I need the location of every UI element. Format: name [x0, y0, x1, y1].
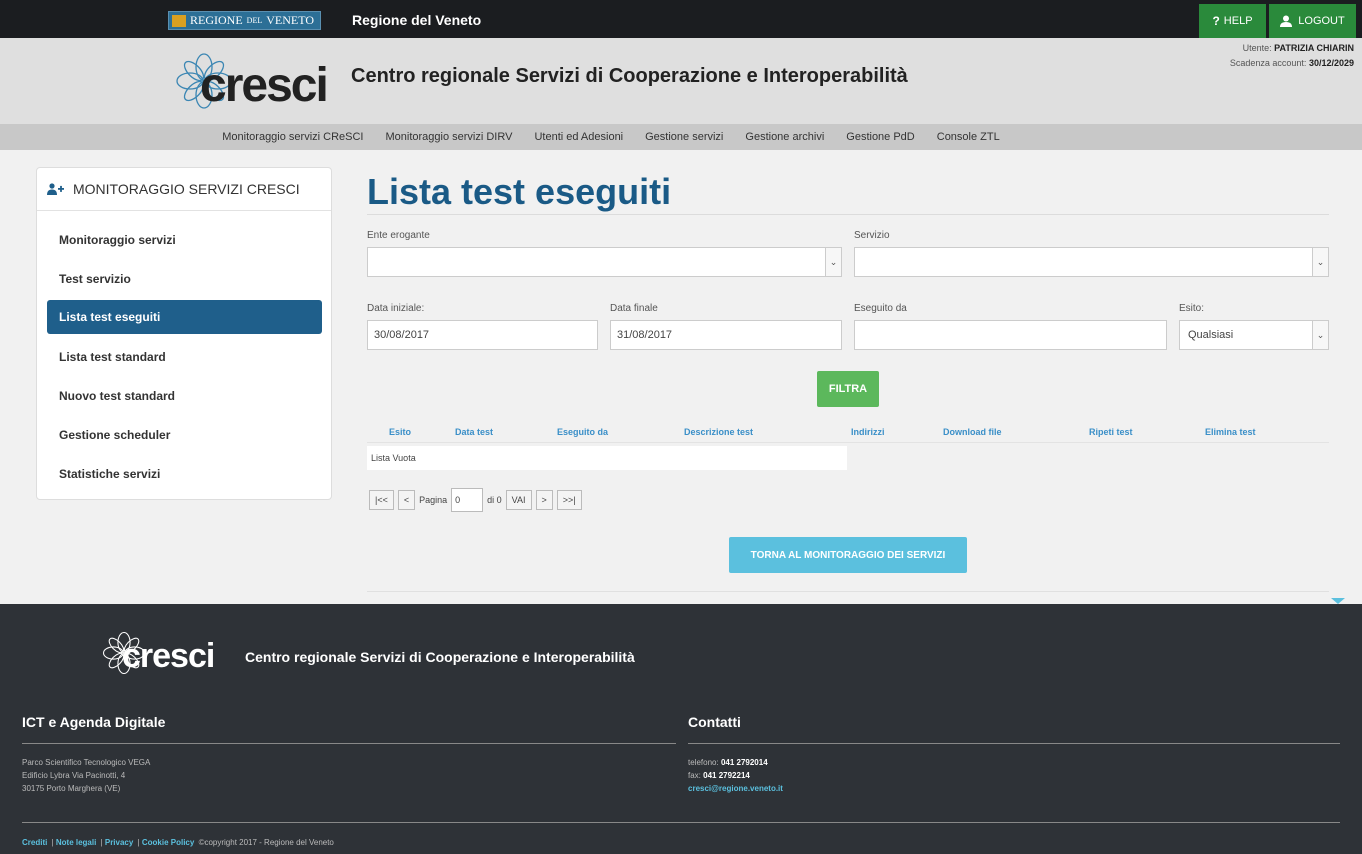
- ente-select[interactable]: ⌄: [367, 247, 842, 277]
- footer-copyright: ©copyright 2017 - Regione del Veneto: [198, 838, 334, 847]
- sidebar-item-statistiche-servizi[interactable]: Statistiche servizi: [59, 467, 160, 481]
- footer-right-heading: Contatti: [688, 714, 741, 730]
- page-label: Pagina: [419, 495, 448, 505]
- nav-item-utenti-adesioni[interactable]: Utenti ed Adesioni: [534, 131, 623, 143]
- esito-label: Esito:: [1179, 303, 1205, 314]
- sidebar-item-monitoraggio-servizi[interactable]: Monitoraggio servizi: [59, 233, 176, 247]
- eseguito-da-label: Eseguito da: [854, 303, 907, 314]
- data-iniziale-input[interactable]: 30/08/2017: [367, 320, 598, 350]
- user-info: Utente: PATRIZIA CHIARIN: [1242, 43, 1354, 53]
- main-nav: Monitoraggio servizi CReSCI Monitoraggio…: [0, 124, 1362, 150]
- col-eseguito-da[interactable]: Eseguito da: [557, 427, 608, 437]
- nav-item-console-ztl[interactable]: Console ZTL: [937, 131, 1000, 143]
- user-icon: [1280, 15, 1293, 27]
- region-crest-icon: [172, 14, 186, 27]
- footer-phone: 041 2792014: [720, 758, 768, 767]
- sidebar-item-nuovo-test-standard[interactable]: Nuovo test standard: [59, 389, 175, 403]
- help-button[interactable]: ? HELP: [1199, 4, 1266, 38]
- footer-left-divider: [22, 743, 676, 744]
- sidebar: MONITORAGGIO SERVIZI CRESCI Monitoraggio…: [36, 167, 332, 500]
- cresci-logo[interactable]: cresci: [175, 52, 330, 114]
- col-elimina-test[interactable]: Elimina test: [1205, 427, 1256, 437]
- expiry-date: 30/12/2029: [1308, 58, 1354, 68]
- top-bar: REGIONE DEL VENETO Regione del Veneto ? …: [0, 0, 1362, 38]
- nav-item-gestione-servizi[interactable]: Gestione servizi: [645, 131, 723, 143]
- col-indirizzi[interactable]: Indirizzi: [851, 427, 885, 437]
- first-page-button[interactable]: |<<: [369, 490, 394, 510]
- footer-link-cookie-policy[interactable]: Cookie Policy: [142, 838, 194, 847]
- table-empty-row: Lista Vuota: [367, 446, 847, 470]
- account-expiry: Scadenza account: 30/12/2029: [1229, 58, 1354, 68]
- chevron-down-icon: ⌄: [1312, 321, 1328, 349]
- footer-left-heading: ICT e Agenda Digitale: [22, 714, 166, 730]
- user-name: PATRIZIA CHIARIN: [1274, 43, 1354, 53]
- nav-item-gestione-pdd[interactable]: Gestione PdD: [846, 131, 914, 143]
- title-divider: [367, 214, 1329, 215]
- table-header-divider: [367, 442, 1329, 443]
- prev-page-button[interactable]: <: [397, 490, 416, 510]
- footer-email-link[interactable]: cresci@regione.veneto.it: [688, 784, 783, 793]
- col-download-file[interactable]: Download file: [943, 427, 1002, 437]
- col-data-test[interactable]: Data test: [455, 427, 493, 437]
- col-esito[interactable]: Esito: [389, 427, 411, 437]
- page-title: Lista test eseguiti: [367, 171, 672, 212]
- last-page-button[interactable]: >>|: [556, 490, 582, 510]
- servizio-label: Servizio: [854, 230, 890, 241]
- servizio-select[interactable]: ⌄: [854, 247, 1329, 277]
- question-icon: ?: [1212, 14, 1220, 28]
- nav-item-gestione-archivi[interactable]: Gestione archivi: [745, 131, 824, 143]
- nav-item-monitoraggio-cresci[interactable]: Monitoraggio servizi CReSCI: [222, 131, 363, 143]
- col-ripeti-test[interactable]: Ripeti test: [1089, 427, 1133, 437]
- region-veneto-logo[interactable]: REGIONE DEL VENETO: [168, 11, 322, 30]
- back-to-monitoring-button[interactable]: TORNA AL MONITORAGGIO DEI SERVIZI: [729, 537, 967, 573]
- site-header: cresci Centro regionale Servizi di Coope…: [0, 38, 1362, 124]
- footer-address: Parco Scientifico Tecnologico VEGA Edifi…: [22, 758, 151, 793]
- logout-button[interactable]: LOGOUT: [1269, 4, 1356, 38]
- data-finale-input[interactable]: 31/08/2017: [610, 320, 842, 350]
- sidebar-item-gestione-scheduler[interactable]: Gestione scheduler: [59, 428, 170, 442]
- go-page-button[interactable]: VAI: [505, 490, 532, 510]
- col-descrizione-test[interactable]: Descrizione test: [684, 427, 753, 437]
- sidebar-item-lista-test-standard[interactable]: Lista test standard: [59, 350, 166, 364]
- footer-right-divider: [688, 743, 1340, 744]
- site-footer: cresci Centro regionale Servizi di Coope…: [0, 604, 1362, 854]
- data-iniziale-label: Data iniziale:: [367, 303, 425, 314]
- filtra-button[interactable]: FILTRA: [817, 371, 879, 407]
- footer-contacts: telefono: 041 2792014 fax: 041 2792214 c…: [688, 758, 783, 793]
- data-finale-label: Data finale: [610, 303, 658, 314]
- page-total: di 0: [487, 495, 502, 505]
- pagination: |<< < Pagina 0 di 0 VAI > >>|: [369, 488, 582, 512]
- users-add-icon: [47, 183, 64, 195]
- footer-bottom-bar: Crediti | Note legali | Privacy | Cookie…: [22, 838, 334, 847]
- footer-link-privacy[interactable]: Privacy: [105, 838, 133, 847]
- header-title: Centro regionale Servizi di Cooperazione…: [351, 65, 908, 87]
- chevron-down-icon: ⌄: [1312, 248, 1328, 276]
- page-number-input[interactable]: 0: [451, 488, 484, 512]
- sidebar-title: MONITORAGGIO SERVIZI CRESCI: [73, 181, 300, 197]
- sidebar-item-lista-test-eseguiti[interactable]: Lista test eseguiti: [47, 300, 322, 334]
- footer-title: Centro regionale Servizi di Cooperazione…: [245, 649, 635, 665]
- footer-bottom-divider: [22, 822, 1340, 823]
- eseguito-da-input[interactable]: [854, 320, 1167, 350]
- footer-link-note-legali[interactable]: Note legali: [56, 838, 96, 847]
- footer-fax: 041 2792214: [703, 771, 750, 780]
- nav-item-monitoraggio-dirv[interactable]: Monitoraggio servizi DIRV: [385, 131, 512, 143]
- esito-select[interactable]: Qualsiasi ⌄: [1179, 320, 1329, 350]
- main-bottom-divider: [367, 591, 1329, 592]
- footer-cresci-logo[interactable]: cresci: [102, 631, 224, 677]
- footer-link-crediti[interactable]: Crediti: [22, 838, 47, 847]
- next-page-button[interactable]: >: [535, 490, 553, 510]
- sidebar-header: MONITORAGGIO SERVIZI CRESCI: [37, 168, 331, 211]
- chevron-down-icon: ⌄: [825, 248, 841, 276]
- ente-label: Ente erogante: [367, 230, 430, 241]
- sidebar-item-test-servizio[interactable]: Test servizio: [59, 272, 131, 286]
- region-title: Regione del Veneto: [352, 12, 482, 28]
